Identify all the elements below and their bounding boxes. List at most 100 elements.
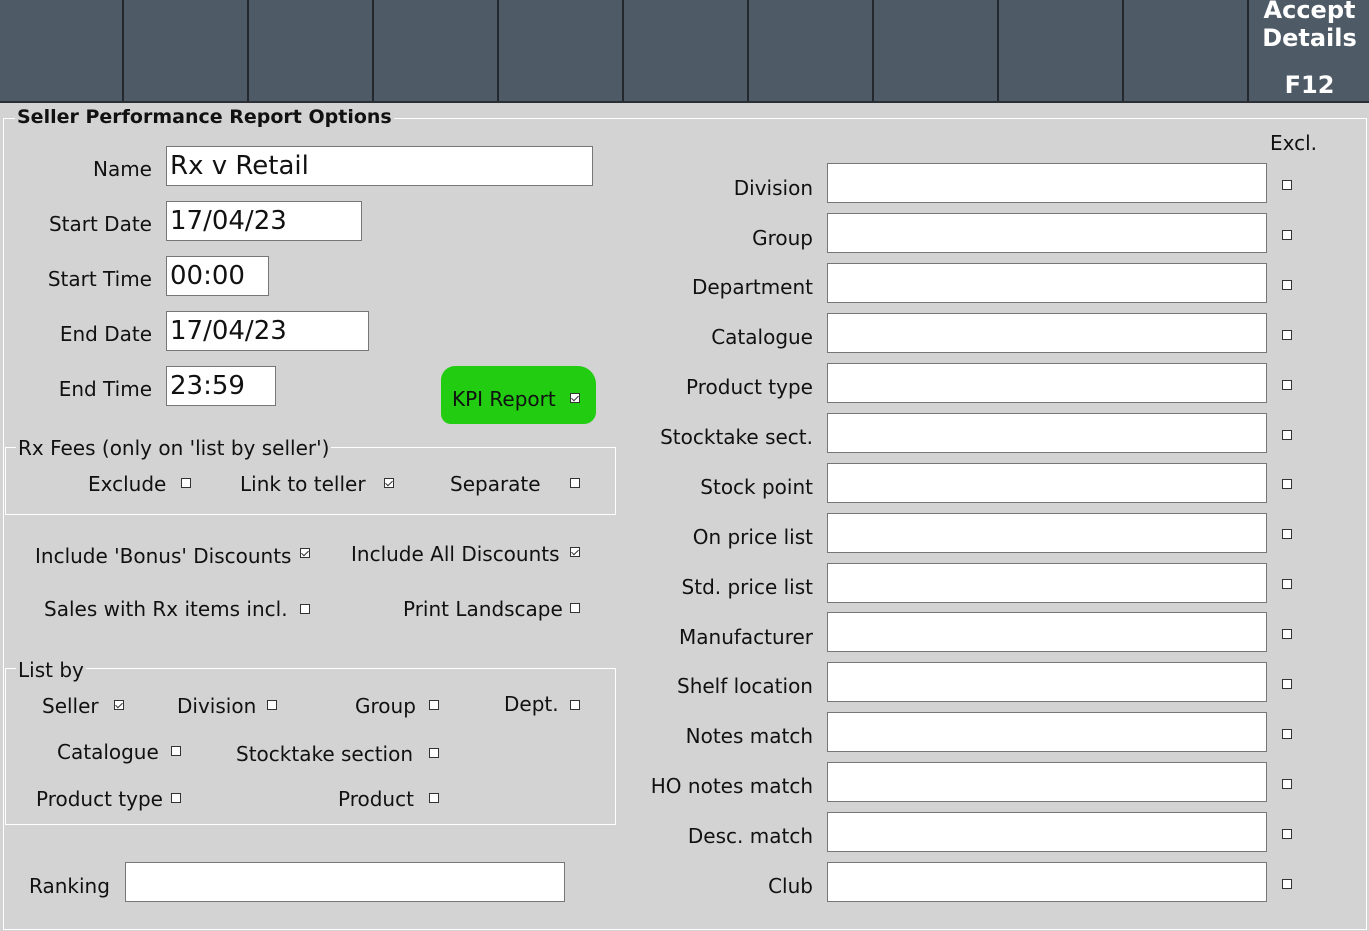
filter-stock-point-excl-checkbox[interactable] [1282, 479, 1292, 489]
filter-stocktake-field[interactable] [828, 414, 1266, 452]
filter-notes-match-excl-checkbox[interactable] [1282, 729, 1292, 739]
filter-shelf-location-field[interactable] [828, 663, 1266, 701]
function-toolbar: Accept Details F12 [0, 0, 1369, 103]
filter-std-price-list-label: Std. price list [681, 575, 813, 599]
filter-group-label: Group [752, 226, 813, 250]
list-by-seller-checkbox[interactable] [114, 700, 124, 710]
list-by-dept-checkbox[interactable] [570, 700, 580, 710]
filter-on-price-list-label: On price list [692, 525, 813, 549]
function-key-button-3[interactable] [250, 0, 374, 101]
filter-product-type-label: Product type [686, 375, 813, 399]
list-by-catalogue-label: Catalogue [57, 740, 159, 764]
function-key-button-2[interactable] [125, 0, 249, 101]
filter-manufacturer-field[interactable] [828, 613, 1266, 651]
function-key-button-1[interactable] [0, 0, 124, 101]
rx-link-teller-checkbox[interactable] [384, 478, 394, 488]
list-by-product-type-checkbox[interactable] [171, 793, 181, 803]
include-all-discounts-checkbox[interactable] [570, 547, 580, 557]
end-time-label: End Time [58, 377, 152, 401]
function-key-button-4[interactable] [375, 0, 499, 101]
excl-column-header: Excl. [1270, 131, 1318, 155]
filter-desc-match-excl-checkbox[interactable] [1282, 829, 1292, 839]
filter-product-type-box [827, 363, 1267, 403]
filter-department-excl-checkbox[interactable] [1282, 280, 1292, 290]
rx-link-teller-label: Link to teller [240, 472, 366, 496]
list-by-group-checkbox[interactable] [429, 700, 439, 710]
filter-stock-point-field[interactable] [828, 464, 1266, 502]
list-by-product-checkbox[interactable] [429, 793, 439, 803]
sales-rx-items-checkbox[interactable] [300, 604, 310, 614]
kpi-report-label: KPI Report [452, 387, 556, 411]
function-key-button-7[interactable] [750, 0, 874, 101]
function-key-button-9[interactable] [1000, 0, 1124, 101]
filter-department-field[interactable] [828, 264, 1266, 302]
end-time-field[interactable] [167, 367, 275, 405]
filter-club-field[interactable] [828, 863, 1266, 901]
ranking-label: Ranking [29, 874, 110, 898]
filter-catalogue-excl-checkbox[interactable] [1282, 330, 1292, 340]
ranking-field[interactable] [126, 863, 564, 901]
filter-catalogue-field[interactable] [828, 314, 1266, 352]
filter-stock-point-box [827, 463, 1267, 503]
filter-group-excl-checkbox[interactable] [1282, 230, 1292, 240]
start-time-box [166, 256, 269, 296]
kpi-report-checkbox[interactable] [570, 393, 580, 403]
list-by-catalogue-checkbox[interactable] [171, 746, 181, 756]
function-key-button-6[interactable] [625, 0, 749, 101]
print-landscape-checkbox[interactable] [570, 603, 580, 613]
filter-manufacturer-excl-checkbox[interactable] [1282, 629, 1292, 639]
function-key-button-10[interactable] [1125, 0, 1249, 101]
rx-separate-checkbox[interactable] [570, 478, 580, 488]
list-by-seller-label: Seller [42, 694, 99, 718]
sales-rx-items-label: Sales with Rx items incl. [44, 597, 288, 621]
filter-club-excl-checkbox[interactable] [1282, 879, 1292, 889]
function-key-button-5[interactable] [500, 0, 624, 101]
filter-desc-match-label: Desc. match [687, 824, 813, 848]
filter-division-field[interactable] [828, 164, 1266, 202]
page-title: Seller Performance Report Options [15, 106, 394, 128]
list-by-product-type-label: Product type [36, 787, 163, 811]
filter-group-field[interactable] [828, 214, 1266, 252]
end-date-box [166, 311, 369, 351]
filter-stocktake-excl-checkbox[interactable] [1282, 430, 1292, 440]
filter-ho-notes-match-excl-checkbox[interactable] [1282, 779, 1292, 789]
end-date-field[interactable] [167, 312, 368, 350]
filter-ho-notes-match-label: HO notes match [650, 774, 813, 798]
ranking-box [125, 862, 565, 902]
start-date-field[interactable] [167, 202, 361, 240]
filter-std-price-list-excl-checkbox[interactable] [1282, 579, 1292, 589]
filter-club-label: Club [768, 874, 813, 898]
include-bonus-discounts-checkbox[interactable] [300, 548, 310, 558]
accept-details-button[interactable]: Accept Details F12 [1250, 0, 1369, 101]
name-field[interactable] [167, 147, 592, 185]
filter-product-type-excl-checkbox[interactable] [1282, 380, 1292, 390]
list-by-division-label: Division [177, 694, 257, 718]
filter-division-excl-checkbox[interactable] [1282, 180, 1292, 190]
start-date-label: Start Date [48, 212, 152, 236]
filter-notes-match-field[interactable] [828, 713, 1266, 751]
name-label: Name [92, 157, 152, 181]
accept-label-line1: Accept [1263, 0, 1356, 24]
filter-on-price-list-box [827, 513, 1267, 553]
filter-stocktake-box [827, 413, 1267, 453]
filter-std-price-list-field[interactable] [828, 564, 1266, 602]
filter-desc-match-field[interactable] [828, 813, 1266, 851]
filter-on-price-list-excl-checkbox[interactable] [1282, 529, 1292, 539]
include-bonus-discounts-label: Include 'Bonus' Discounts [35, 544, 292, 568]
function-key-button-8[interactable] [875, 0, 999, 101]
filter-department-label: Department [691, 275, 813, 299]
filter-club-box [827, 862, 1267, 902]
list-by-stocktake-checkbox[interactable] [429, 748, 439, 758]
start-time-field[interactable] [167, 257, 268, 295]
rx-exclude-label: Exclude [88, 472, 167, 496]
list-by-division-checkbox[interactable] [267, 700, 277, 710]
filter-ho-notes-match-field[interactable] [828, 763, 1266, 801]
filter-on-price-list-field[interactable] [828, 514, 1266, 552]
filter-notes-match-label: Notes match [685, 724, 813, 748]
filter-shelf-location-excl-checkbox[interactable] [1282, 679, 1292, 689]
filter-ho-notes-match-box [827, 762, 1267, 802]
rx-exclude-checkbox[interactable] [181, 478, 191, 488]
accept-label-line2: Details [1262, 24, 1357, 52]
list-by-stocktake-label: Stocktake section [236, 742, 414, 766]
filter-product-type-field[interactable] [828, 364, 1266, 402]
